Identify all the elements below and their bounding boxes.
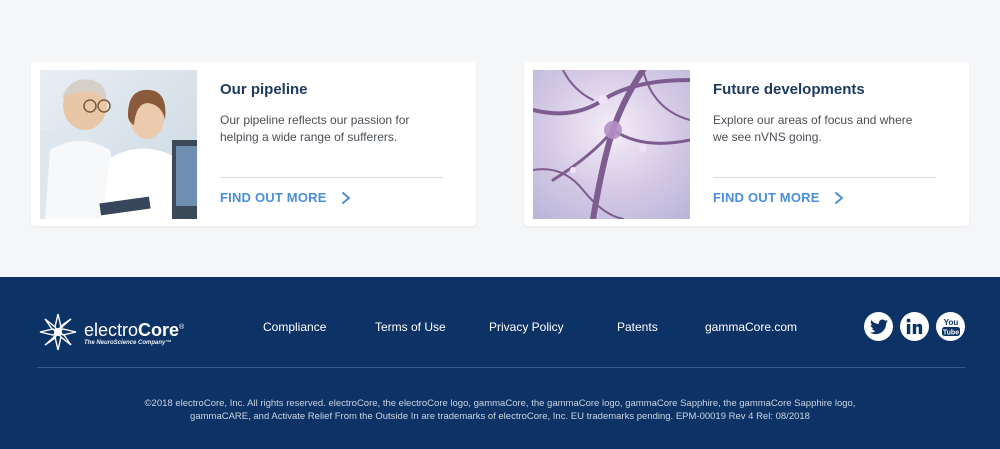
logo-tagline: The NeuroScience Company™	[84, 339, 172, 346]
youtube-icon: You Tube	[941, 318, 960, 336]
site-footer: electroCore® The NeuroScience Company™ C…	[0, 277, 1000, 449]
chevron-right-icon	[834, 191, 843, 204]
youtube-label-top: You	[943, 318, 958, 327]
divider	[713, 177, 936, 178]
youtube-label-bottom: Tube	[942, 329, 958, 336]
link-label: FIND OUT MORE	[220, 190, 327, 205]
scientists-image	[40, 70, 197, 219]
linkedin-button[interactable]	[900, 312, 929, 341]
youtube-button[interactable]: You Tube	[936, 312, 965, 341]
footer-link-gammacore[interactable]: gammaCore.com	[705, 320, 797, 334]
pipeline-card: Our pipeline Our pipeline reflects our p…	[31, 62, 476, 226]
social-links: You Tube	[864, 312, 965, 341]
copyright-text: ©2018 electroCore, Inc. All rights reser…	[144, 398, 856, 422]
find-out-more-link[interactable]: FIND OUT MORE	[220, 190, 353, 205]
card-description: Our pipeline reflects our passion for he…	[220, 113, 410, 144]
future-card-body: Future developments Explore our areas of…	[713, 62, 937, 226]
link-label: FIND OUT MORE	[713, 190, 820, 205]
divider	[220, 177, 443, 178]
cards-section: Our pipeline Our pipeline reflects our p…	[0, 0, 1000, 277]
card-title: Our pipeline	[220, 81, 308, 98]
footer-link-privacy-policy[interactable]: Privacy Policy	[489, 320, 564, 334]
neurons-image	[533, 70, 690, 219]
future-developments-card: Future developments Explore our areas of…	[524, 62, 969, 226]
pipeline-card-body: Our pipeline Our pipeline reflects our p…	[220, 62, 444, 226]
footer-divider	[37, 367, 965, 368]
find-out-more-link[interactable]: FIND OUT MORE	[713, 190, 846, 205]
card-description: Explore our areas of focus and where we …	[713, 113, 913, 144]
footer-link-compliance[interactable]: Compliance	[263, 320, 326, 334]
footer-link-patents[interactable]: Patents	[617, 320, 658, 334]
linkedin-icon	[906, 318, 923, 335]
twitter-button[interactable]	[864, 312, 893, 341]
chevron-right-icon	[341, 191, 350, 204]
twitter-icon	[869, 319, 888, 334]
footer-link-terms-of-use[interactable]: Terms of Use	[375, 320, 446, 334]
card-title: Future developments	[713, 81, 865, 98]
footer-nav: Compliance Terms of Use Privacy Policy P…	[0, 320, 1000, 336]
